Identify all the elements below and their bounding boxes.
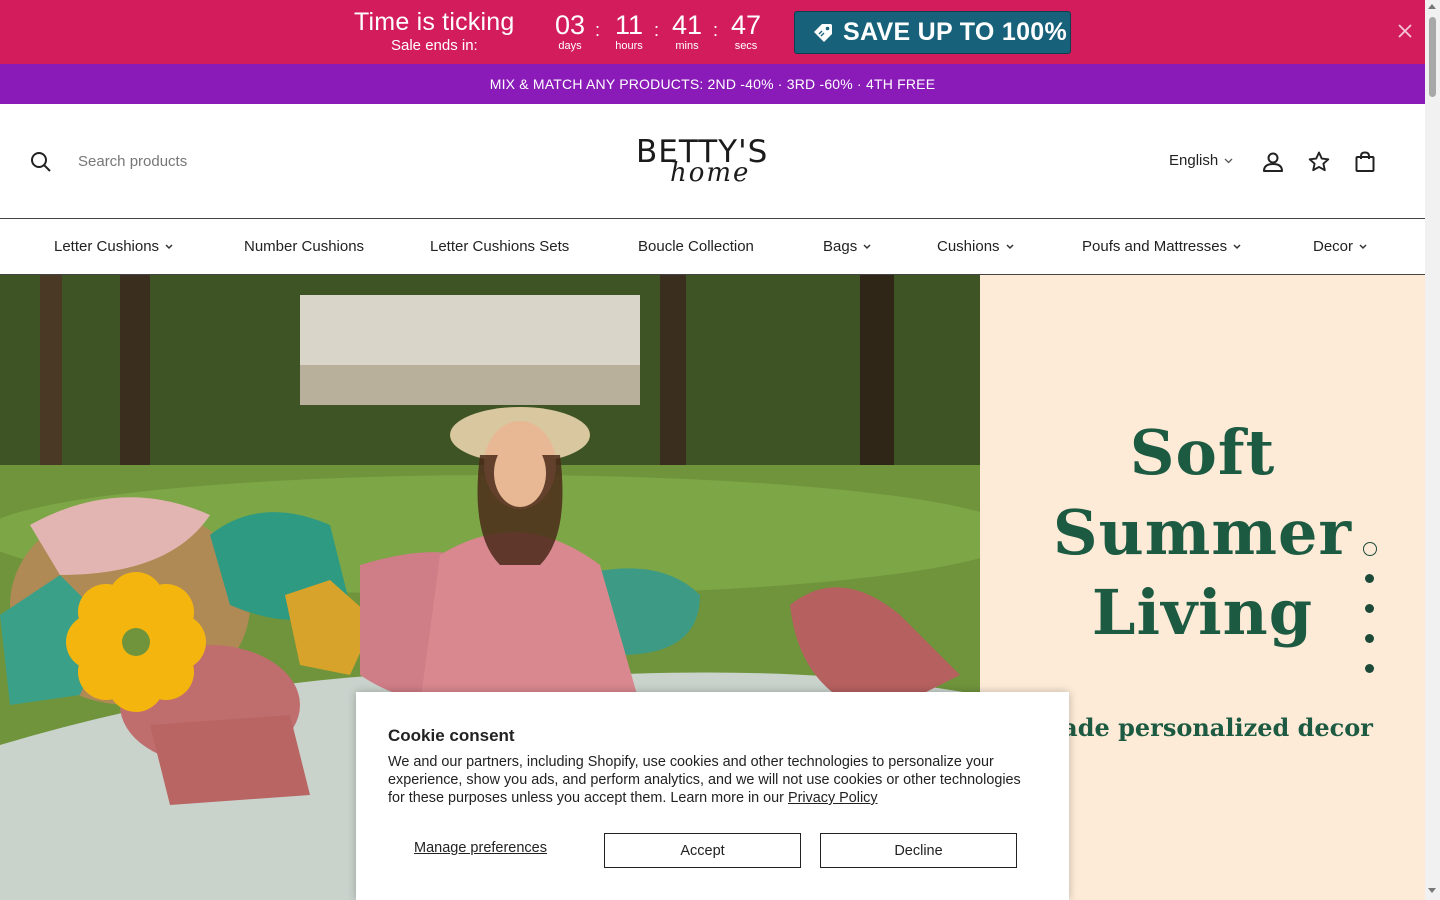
main-navigation: Letter Cushions Number Cushions Letter C… xyxy=(0,219,1425,275)
countdown-secs: 47 secs xyxy=(730,10,762,52)
cookie-title: Cookie consent xyxy=(388,726,515,745)
nav-item-bags[interactable]: Bags xyxy=(823,238,871,255)
hero-subtitle: dmade personalized decor xyxy=(1020,713,1373,742)
language-label: English xyxy=(1169,152,1219,169)
scrollbar-thumb[interactable] xyxy=(1429,17,1436,97)
countdown-separator: : xyxy=(654,20,660,40)
site-logo[interactable]: BETTY'S home xyxy=(636,136,791,188)
chevron-down-icon xyxy=(165,243,173,249)
account-icon[interactable] xyxy=(1261,150,1285,174)
nav-item-number-cushions[interactable]: Number Cushions xyxy=(244,238,364,255)
search-input[interactable] xyxy=(78,149,378,173)
countdown-banner: Time is ticking Sale ends in: 03 days : … xyxy=(0,0,1425,64)
privacy-policy-link[interactable]: Privacy Policy xyxy=(788,790,878,806)
scroll-down-arrow-icon[interactable] xyxy=(1428,888,1436,893)
nav-item-poufs-and-mattresses[interactable]: Poufs and Mattresses xyxy=(1082,238,1241,255)
nav-item-decor[interactable]: Decor xyxy=(1313,238,1367,255)
countdown-title: Time is ticking xyxy=(354,8,515,36)
page-scrollbar[interactable] xyxy=(1425,0,1440,900)
language-selector[interactable]: English xyxy=(1169,152,1233,169)
chevron-down-icon xyxy=(1233,243,1241,249)
countdown-mins: 41 mins xyxy=(671,10,703,52)
nav-item-cushions[interactable]: Cushions xyxy=(937,238,1014,255)
decline-button[interactable]: Decline xyxy=(820,833,1017,868)
scroll-up-arrow-icon[interactable] xyxy=(1428,4,1436,9)
save-up-to-label: SAVE UP TO 100% xyxy=(843,18,1068,46)
countdown-separator: : xyxy=(713,20,719,40)
slide-dot[interactable] xyxy=(1365,574,1374,583)
chevron-down-icon xyxy=(1006,243,1014,249)
slide-dot[interactable] xyxy=(1365,604,1374,613)
countdown-days: 03 days xyxy=(554,10,586,52)
slide-dot-active[interactable] xyxy=(1363,542,1377,556)
hero-title: Soft Summer Living xyxy=(1052,416,1353,649)
countdown-hours: 11 hours xyxy=(614,10,644,52)
search-icon[interactable] xyxy=(30,151,52,173)
chevron-down-icon xyxy=(863,243,871,249)
chevron-down-icon xyxy=(1224,158,1233,163)
countdown-subtitle: Sale ends in: xyxy=(391,37,478,54)
save-up-to-button[interactable]: SAVE UP TO 100% xyxy=(794,11,1071,54)
nav-item-letter-cushions[interactable]: Letter Cushions xyxy=(54,238,173,255)
cart-bag-icon[interactable] xyxy=(1353,150,1377,174)
promo-banner: MIX & MATCH ANY PRODUCTS: 2ND -40% · 3RD… xyxy=(0,64,1425,104)
manage-preferences-link[interactable]: Manage preferences xyxy=(414,840,547,856)
accept-button[interactable]: Accept xyxy=(604,833,801,868)
nav-item-letter-cushions-sets[interactable]: Letter Cushions Sets xyxy=(430,238,569,255)
chevron-down-icon xyxy=(1359,243,1367,249)
slide-dot[interactable] xyxy=(1365,634,1374,643)
promo-text: MIX & MATCH ANY PRODUCTS: 2ND -40% · 3RD… xyxy=(489,76,936,92)
close-icon[interactable] xyxy=(1396,22,1414,40)
countdown-separator: : xyxy=(595,20,601,40)
nav-item-boucle-collection[interactable]: Boucle Collection xyxy=(638,238,754,255)
site-header: BETTY'S home English xyxy=(0,104,1425,219)
cookie-body: We and our partners, including Shopify, … xyxy=(388,754,1021,806)
slide-dot[interactable] xyxy=(1365,664,1374,673)
cookie-consent-dialog: Cookie consent We and our partners, incl… xyxy=(356,692,1069,900)
wishlist-star-icon[interactable] xyxy=(1307,150,1331,174)
logo-script: home xyxy=(670,158,751,188)
price-tag-icon xyxy=(814,23,832,42)
